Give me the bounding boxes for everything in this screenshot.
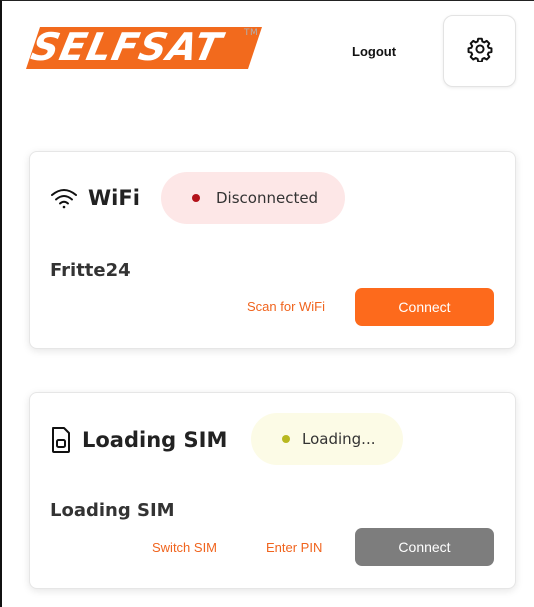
wifi-network-name: Fritte24 xyxy=(50,260,131,281)
status-dot xyxy=(192,194,200,202)
logout-link[interactable]: Logout xyxy=(352,44,396,59)
switch-sim-link[interactable]: Switch SIM xyxy=(152,540,217,555)
logo-text: SELFSAT xyxy=(27,25,227,69)
sim-connect-button[interactable]: Connect xyxy=(355,528,494,566)
wifi-status-badge: Disconnected xyxy=(161,172,345,224)
trademark-mark: TM xyxy=(244,28,259,38)
scan-wifi-link[interactable]: Scan for WiFi xyxy=(247,299,325,314)
wifi-card: WiFi Disconnected Fritte24 Scan for WiFi… xyxy=(29,151,516,349)
settings-button[interactable] xyxy=(443,15,516,87)
wifi-card-title: WiFi xyxy=(50,186,140,210)
sim-name: Loading SIM xyxy=(50,500,175,521)
enter-pin-link[interactable]: Enter PIN xyxy=(266,540,322,555)
wifi-icon xyxy=(50,187,78,209)
sim-title-text: Loading SIM xyxy=(82,428,228,452)
wifi-title-text: WiFi xyxy=(88,186,140,210)
app-header: SELFSAT TM Logout xyxy=(2,1,534,101)
sim-card: Loading SIM Loading... Loading SIM Switc… xyxy=(29,392,516,589)
selfsat-logo: SELFSAT xyxy=(26,23,262,73)
sim-status-text: Loading... xyxy=(302,430,376,448)
wifi-status-text: Disconnected xyxy=(216,189,319,207)
gear-icon xyxy=(467,36,493,66)
sim-status-badge: Loading... xyxy=(251,413,403,465)
wifi-connect-button[interactable]: Connect xyxy=(355,288,494,326)
sim-card-icon xyxy=(50,426,72,454)
sim-card-title: Loading SIM xyxy=(50,426,227,454)
status-dot xyxy=(282,435,290,443)
